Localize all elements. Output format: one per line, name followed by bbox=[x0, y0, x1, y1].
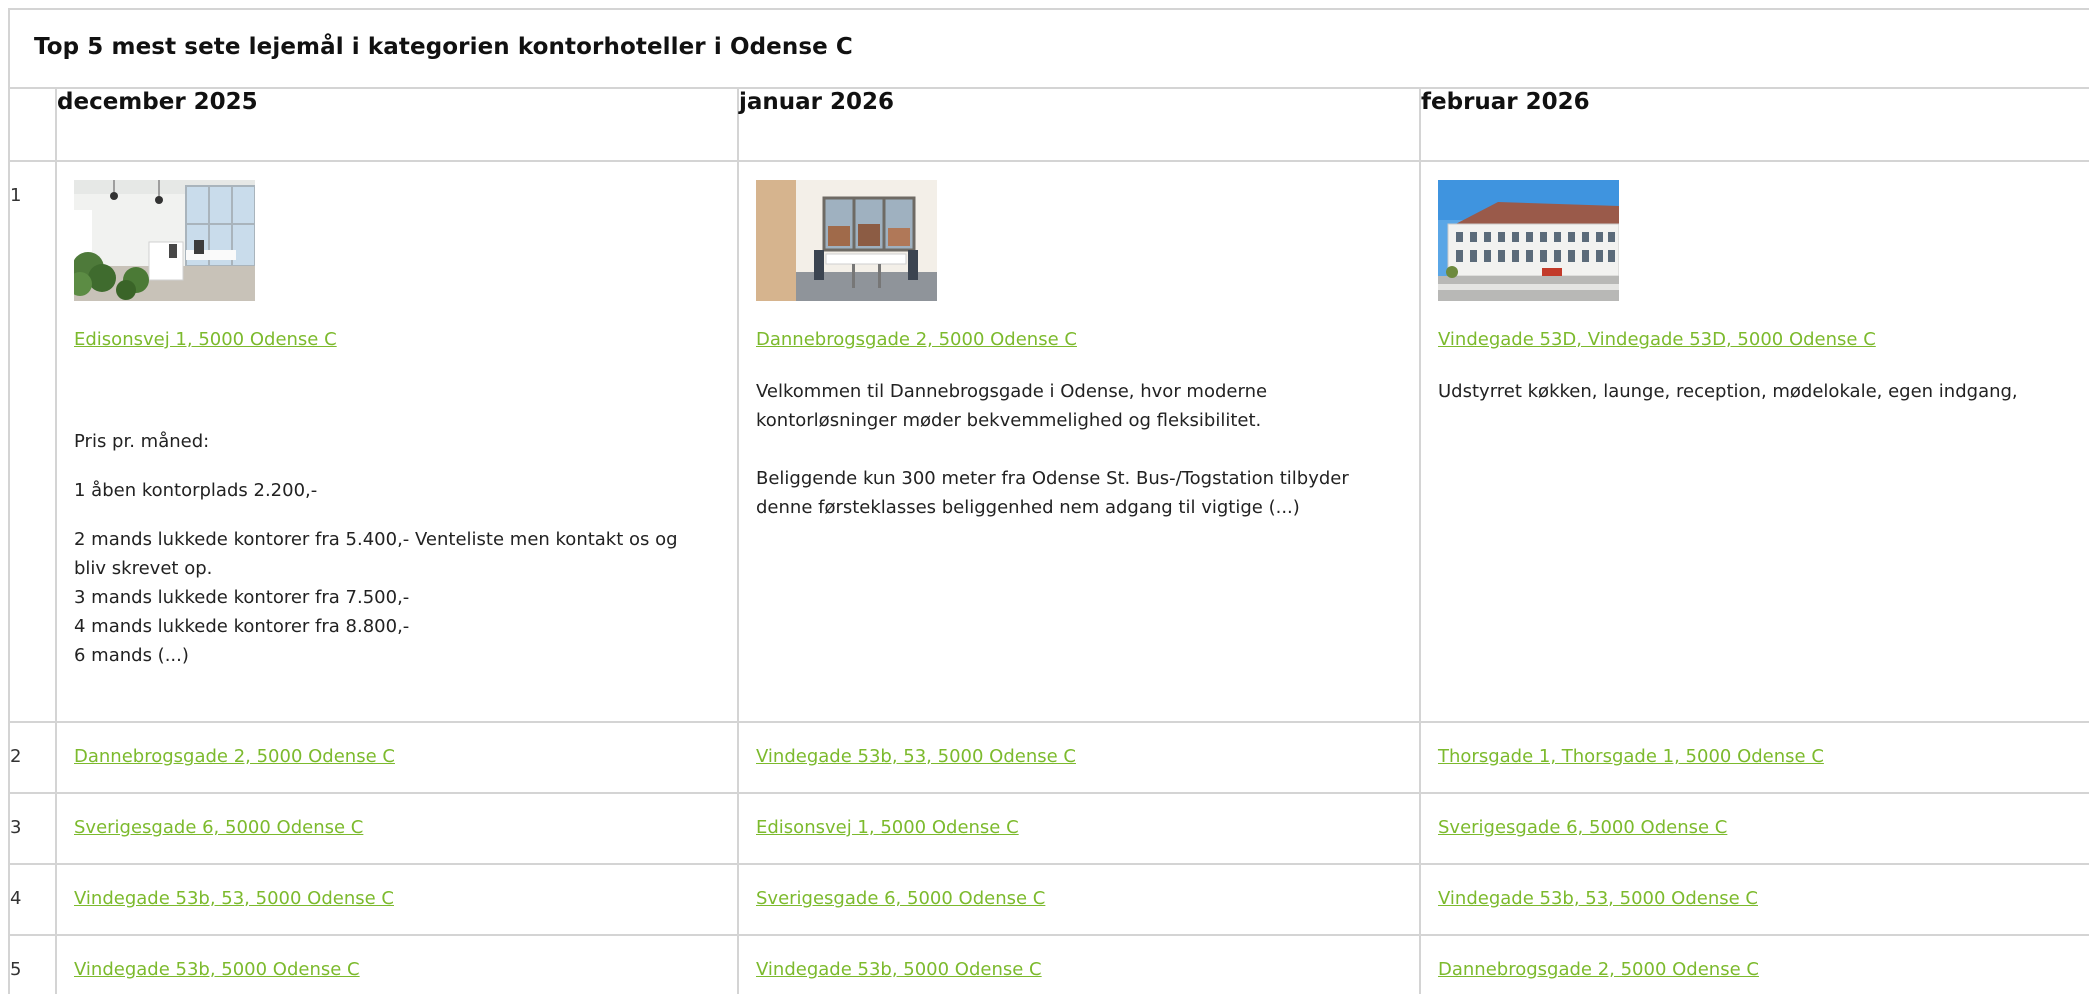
listing-address-link[interactable]: Sverigesgade 6, 5000 Odense C bbox=[756, 886, 1045, 912]
meeting-room-photo[interactable] bbox=[756, 180, 937, 301]
table-row: 1 Edisonsvej 1, 5000 Odense C Pris pr. m… bbox=[10, 160, 2089, 723]
rank-number: 1 bbox=[10, 160, 57, 723]
description-line: 2 mands lukkede kontorer fra 5.400,- Ven… bbox=[74, 529, 678, 579]
listing-cell: Dannebrogsgade 2, 5000 Odense C bbox=[55, 721, 739, 794]
listing-cell: Dannebrogsgade 2, 5000 Odense C Velkomme… bbox=[737, 160, 1421, 723]
listing-cell: Dannebrogsgade 2, 5000 Odense C bbox=[1419, 934, 2089, 994]
listing-address-link[interactable]: Dannebrogsgade 2, 5000 Odense C bbox=[1438, 957, 1759, 983]
table-row: 5 Vindegade 53b, 5000 Odense C Vindegade… bbox=[10, 934, 2089, 994]
rank-header-cell bbox=[10, 89, 57, 162]
rank-number: 2 bbox=[10, 721, 57, 794]
listing-address-link[interactable]: Edisonsvej 1, 5000 Odense C bbox=[74, 327, 337, 353]
listing-cell: Vindegade 53b, 53, 5000 Odense C bbox=[737, 721, 1421, 794]
description-line: Pris pr. måned: bbox=[74, 431, 210, 452]
listing-address-link[interactable]: Sverigesgade 6, 5000 Odense C bbox=[74, 815, 363, 841]
description-line: Udstyrret køkken, launge, reception, mød… bbox=[1438, 381, 2018, 402]
listing-cell: Sverigesgade 6, 5000 Odense C bbox=[55, 792, 739, 865]
listing-address-link[interactable]: Thorsgade 1, Thorsgade 1, 5000 Odense C bbox=[1438, 744, 1824, 770]
month-header: februar 2026 bbox=[1419, 89, 2089, 162]
listing-address-link[interactable]: Vindegade 53b, 5000 Odense C bbox=[74, 957, 360, 983]
ranking-table: december 2025 januar 2026 februar 2026 1 bbox=[10, 89, 2089, 994]
rank-number: 5 bbox=[10, 934, 57, 994]
description-line: 4 mands lukkede kontorer fra 8.800,- bbox=[74, 616, 410, 637]
listing-address-link[interactable]: Dannebrogsgade 2, 5000 Odense C bbox=[74, 744, 395, 770]
listing-cell: Vindegade 53D, Vindegade 53D, 5000 Odens… bbox=[1419, 160, 2089, 723]
listing-cell: Thorsgade 1, Thorsgade 1, 5000 Odense C bbox=[1419, 721, 2089, 794]
description-line: 6 mands (...) bbox=[74, 645, 189, 666]
listing-cell: Sverigesgade 6, 5000 Odense C bbox=[737, 863, 1421, 936]
month-header: januar 2026 bbox=[737, 89, 1421, 162]
listing-cell: Edisonsvej 1, 5000 Odense C bbox=[737, 792, 1421, 865]
listing-cell: Edisonsvej 1, 5000 Odense C Pris pr. mån… bbox=[55, 160, 739, 723]
table-caption: Top 5 mest sete lejemål i kategorien kon… bbox=[10, 10, 2089, 89]
listing-description: Pris pr. måned: 1 åben kontorplads 2.200… bbox=[74, 427, 737, 670]
listing-cell: Vindegade 53b, 53, 5000 Odense C bbox=[55, 863, 739, 936]
listing-cell: Vindegade 53b, 53, 5000 Odense C bbox=[1419, 863, 2089, 936]
listing-address-link[interactable]: Vindegade 53b, 53, 5000 Odense C bbox=[1438, 886, 1758, 912]
description-line: Beliggende kun 300 meter fra Odense St. … bbox=[756, 468, 1349, 518]
rank-number: 3 bbox=[10, 792, 57, 865]
listing-cell: Vindegade 53b, 5000 Odense C bbox=[737, 934, 1421, 994]
listing-address-link[interactable]: Edisonsvej 1, 5000 Odense C bbox=[756, 815, 1019, 841]
description-line: 1 åben kontorplads 2.200,- bbox=[74, 480, 318, 501]
listing-cell: Sverigesgade 6, 5000 Odense C bbox=[1419, 792, 2089, 865]
listing-address-link[interactable]: Vindegade 53b, 53, 5000 Odense C bbox=[74, 886, 394, 912]
description-line: Velkommen til Dannebrogsgade i Odense, h… bbox=[756, 381, 1268, 431]
listing-description: Udstyrret køkken, launge, reception, mød… bbox=[1438, 377, 2089, 406]
description-line: 3 mands lukkede kontorer fra 7.500,- bbox=[74, 587, 410, 608]
listing-cell: Vindegade 53b, 5000 Odense C bbox=[55, 934, 739, 994]
listing-address-link[interactable]: Vindegade 53D, Vindegade 53D, 5000 Odens… bbox=[1438, 327, 1876, 353]
table-row: 2 Dannebrogsgade 2, 5000 Odense C Vindeg… bbox=[10, 721, 2089, 794]
listing-address-link[interactable]: Dannebrogsgade 2, 5000 Odense C bbox=[756, 327, 1077, 353]
header-row: december 2025 januar 2026 februar 2026 bbox=[10, 89, 2089, 162]
listing-description: Velkommen til Dannebrogsgade i Odense, h… bbox=[756, 377, 1419, 522]
rank-number: 4 bbox=[10, 863, 57, 936]
table-row: 4 Vindegade 53b, 53, 5000 Odense C Sveri… bbox=[10, 863, 2089, 936]
listing-address-link[interactable]: Vindegade 53b, 53, 5000 Odense C bbox=[756, 744, 1076, 770]
office-interior-photo[interactable] bbox=[74, 180, 255, 301]
month-header: december 2025 bbox=[55, 89, 739, 162]
ranking-table-frame: Top 5 mest sete lejemål i kategorien kon… bbox=[8, 8, 2089, 994]
listing-address-link[interactable]: Vindegade 53b, 5000 Odense C bbox=[756, 957, 1042, 983]
building-exterior-photo[interactable] bbox=[1438, 180, 1619, 301]
table-row: 3 Sverigesgade 6, 5000 Odense C Edisonsv… bbox=[10, 792, 2089, 865]
listing-address-link[interactable]: Sverigesgade 6, 5000 Odense C bbox=[1438, 815, 1727, 841]
